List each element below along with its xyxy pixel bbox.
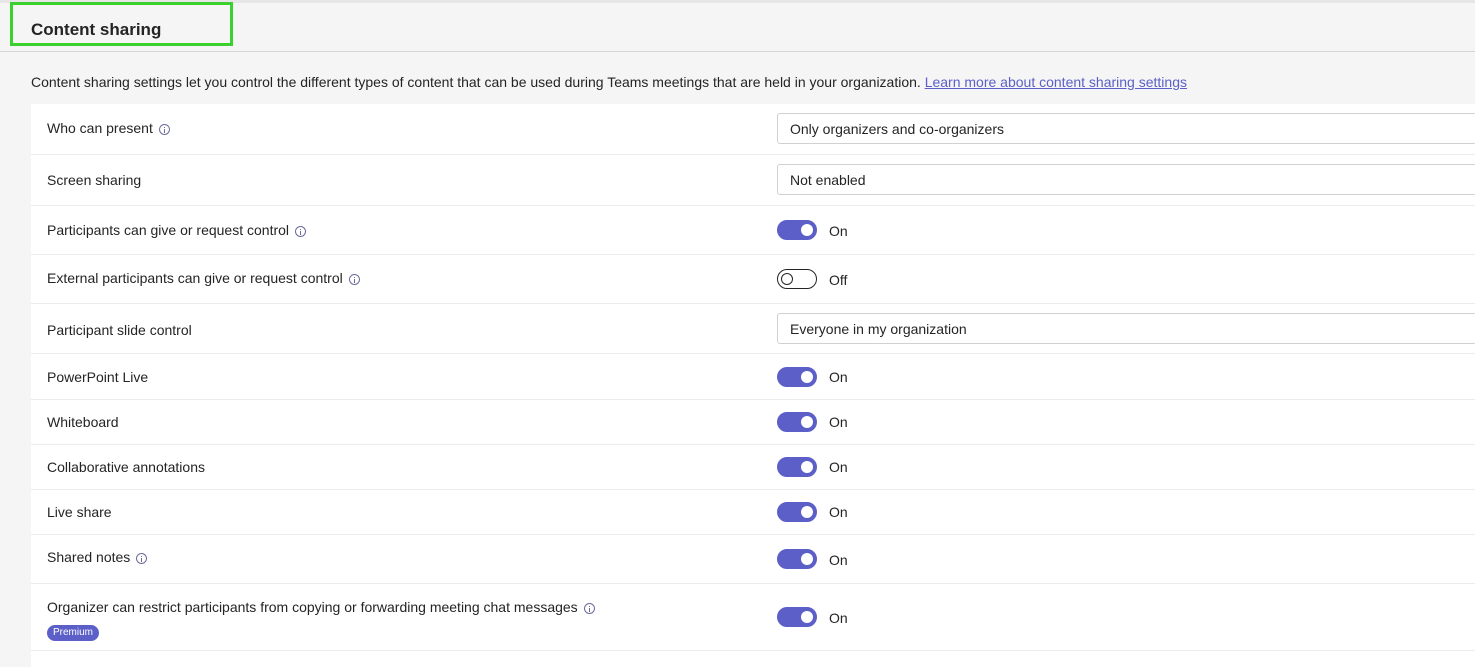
toggle-knob <box>801 611 813 623</box>
setting-label: Screen sharing <box>47 172 142 188</box>
setting-label: Participants can give or request control <box>47 222 290 238</box>
setting-label-container: Organizer can restrict participants from… <box>47 599 595 615</box>
setting-label-container: Live share <box>47 504 112 520</box>
setting-row-collaborative-annotations: Collaborative annotations On <box>31 445 1475 490</box>
setting-label-container: Participant slide control <box>47 322 192 338</box>
restrict-chat-copy-toggle[interactable] <box>777 607 817 627</box>
info-icon[interactable] <box>295 225 307 237</box>
info-icon[interactable] <box>158 123 170 135</box>
toggle-knob <box>801 506 813 518</box>
toggle-state-label: On <box>829 223 848 239</box>
setting-label-container: Collaborative annotations <box>47 459 205 475</box>
toggle-knob <box>801 371 813 383</box>
setting-row-external-participants-control: External participants can give or reques… <box>31 255 1475 304</box>
whiteboard-toggle[interactable] <box>777 412 817 432</box>
setting-label-container: Participants can give or request control <box>47 222 307 238</box>
setting-label: Shared notes <box>47 549 131 565</box>
setting-row-shared-notes: Shared notes On <box>31 535 1475 584</box>
info-icon[interactable] <box>348 273 360 285</box>
setting-row-who-can-present: Who can present Only organizers and co-o… <box>31 104 1475 155</box>
section-title: Content sharing <box>31 20 162 39</box>
dropdown-value: Not enabled <box>790 172 866 188</box>
shared-notes-toggle[interactable] <box>777 549 817 569</box>
toggle-knob <box>801 553 813 565</box>
toggle-knob <box>801 416 813 428</box>
setting-label-container: External participants can give or reques… <box>47 270 360 286</box>
setting-row-participants-control: Participants can give or request control… <box>31 206 1475 255</box>
description-text: Content sharing settings let you control… <box>31 74 921 90</box>
premium-badge: Premium <box>47 625 100 641</box>
info-icon[interactable] <box>583 602 595 614</box>
setting-label: PowerPoint Live <box>47 369 149 385</box>
settings-card: Who can present Only organizers and co-o… <box>31 104 1475 667</box>
setting-label: Whiteboard <box>47 414 119 430</box>
learn-more-link[interactable]: Learn more about content sharing setting… <box>925 74 1187 90</box>
live-share-toggle[interactable] <box>777 502 817 522</box>
setting-row-whiteboard: Whiteboard On <box>31 400 1475 445</box>
toggle-state-label: On <box>829 369 848 385</box>
toggle-state-label: On <box>829 610 848 626</box>
dropdown-value: Everyone in my organization <box>790 321 967 337</box>
info-icon[interactable] <box>136 552 148 564</box>
setting-label-container: PowerPoint Live <box>47 369 148 385</box>
setting-label-container: Shared notes <box>47 549 148 565</box>
setting-label: External participants can give or reques… <box>47 270 343 286</box>
powerpoint-live-toggle[interactable] <box>777 367 817 387</box>
setting-label-container: Who can present <box>47 120 170 136</box>
setting-label: Collaborative annotations <box>47 459 205 475</box>
setting-label-container: Screen sharing <box>47 172 141 188</box>
setting-label: Participant slide control <box>47 322 192 338</box>
dropdown-value: Only organizers and co-organizers <box>790 121 1004 137</box>
participants-control-toggle[interactable] <box>777 220 817 240</box>
setting-label: Live share <box>47 504 112 520</box>
toggle-state-label: On <box>829 459 848 475</box>
toggle-state-label: On <box>829 414 848 430</box>
setting-label: Who can present <box>47 120 153 136</box>
toggle-state-label: Off <box>829 272 848 288</box>
toggle-knob <box>801 461 813 473</box>
setting-label-container: Whiteboard <box>47 414 119 430</box>
toggle-knob <box>801 224 813 236</box>
toggle-state-label: On <box>829 504 848 520</box>
section-description: Content sharing settings let you control… <box>31 74 1187 90</box>
screen-sharing-dropdown[interactable]: Not enabled <box>777 164 1475 195</box>
setting-row-participant-slide-control: Participant slide control Everyone in my… <box>31 304 1475 354</box>
setting-label: Organizer can restrict participants from… <box>47 599 578 615</box>
toggle-state-label: On <box>829 552 848 568</box>
toggle-knob <box>781 273 793 285</box>
external-participants-control-toggle[interactable] <box>777 269 817 289</box>
collaborative-annotations-toggle[interactable] <box>777 457 817 477</box>
setting-row-restrict-chat-copy: Organizer can restrict participants from… <box>31 584 1475 651</box>
setting-row-live-share: Live share On <box>31 490 1475 535</box>
setting-row-powerpoint-live: PowerPoint Live On <box>31 354 1475 400</box>
setting-row-screen-sharing: Screen sharing Not enabled <box>31 155 1475 206</box>
participant-slide-control-dropdown[interactable]: Everyone in my organization <box>777 313 1475 344</box>
who-can-present-dropdown[interactable]: Only organizers and co-organizers <box>777 113 1475 144</box>
